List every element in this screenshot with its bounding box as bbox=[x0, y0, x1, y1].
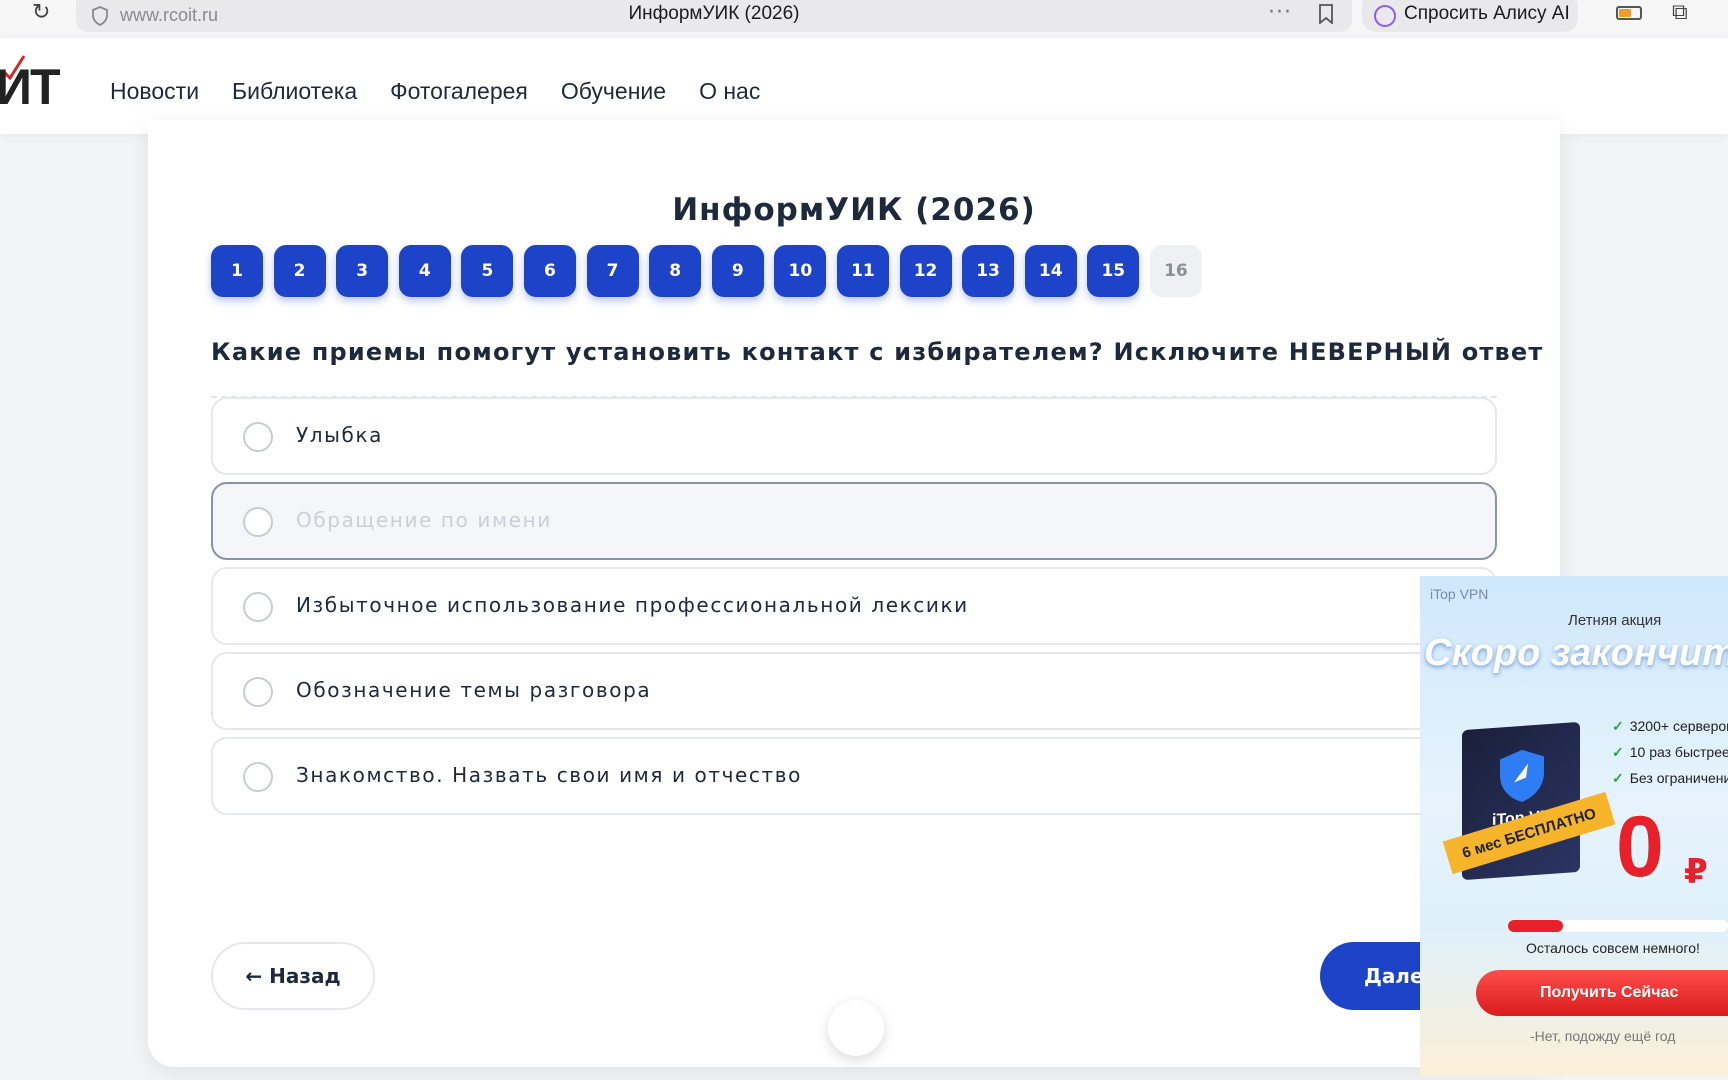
quiz-title: ИнформУИК (2026) bbox=[672, 192, 1036, 228]
ad-progress-fill bbox=[1508, 920, 1563, 932]
answer-option[interactable]: Улыбка bbox=[211, 397, 1497, 475]
ad-remaining-text: Осталось совсем немного! bbox=[1526, 940, 1700, 956]
check-icon: ✓ bbox=[1612, 718, 1624, 734]
answer-option[interactable]: Обращение по имени bbox=[211, 482, 1497, 560]
ad-cta-button[interactable]: Получить Сейчас bbox=[1476, 970, 1728, 1016]
question-number-button[interactable]: 15 bbox=[1087, 245, 1140, 297]
ad-skip-link[interactable]: -Нет, подожду ещё год bbox=[1530, 1028, 1675, 1044]
radio-button[interactable] bbox=[243, 592, 273, 622]
site-logo[interactable]: ИТ bbox=[0, 58, 61, 116]
answer-label: Обращение по имени bbox=[296, 508, 552, 532]
answer-option[interactable]: Избыточное использование профессионально… bbox=[211, 567, 1497, 645]
question-number-button[interactable]: 11 bbox=[836, 245, 889, 297]
vpn-ad-popup[interactable]: iTop VPN Летняя акция Скоро закончится i… bbox=[1420, 576, 1728, 1076]
answer-option[interactable]: Обозначение темы разговора bbox=[211, 652, 1497, 730]
question-number-button[interactable]: 4 bbox=[398, 245, 451, 297]
back-button[interactable]: ← Назад bbox=[211, 942, 375, 1010]
nav-gallery[interactable]: Фотогалерея bbox=[390, 78, 528, 105]
reload-icon[interactable]: ↻ bbox=[32, 2, 50, 24]
answer-label: Знакомство. Назвать свои имя и отчество bbox=[296, 763, 802, 787]
ad-feature: ✓Без ограничений bbox=[1612, 770, 1728, 786]
ask-alice-button[interactable]: Спросить Алису AI bbox=[1362, 0, 1578, 32]
nav-about[interactable]: О нас bbox=[699, 78, 760, 105]
extension-icon[interactable]: ⧉ bbox=[1672, 0, 1688, 25]
answer-label: Избыточное использование профессионально… bbox=[296, 593, 969, 617]
question-number-button[interactable]: 1 bbox=[211, 245, 263, 297]
ad-feature: ✓ 10 раз быстрее bbox=[1612, 744, 1728, 760]
answer-option[interactable]: Знакомство. Назвать свои имя и отчество bbox=[211, 737, 1497, 815]
ad-price: 0 bbox=[1616, 799, 1664, 895]
question-number-button[interactable]: 13 bbox=[962, 245, 1015, 297]
radio-button[interactable] bbox=[243, 762, 273, 792]
ad-feature: ✓ 3200+ серверов bbox=[1612, 718, 1728, 734]
question-number-button[interactable]: 6 bbox=[523, 245, 576, 297]
question-number-button[interactable]: 14 bbox=[1024, 245, 1077, 297]
nav-news[interactable]: Новости bbox=[110, 78, 199, 105]
question-number-button[interactable]: 8 bbox=[649, 245, 702, 297]
answer-label: Улыбка bbox=[296, 423, 384, 447]
question-navigator: 1 2 3 4 5 6 7 8 9 10 11 12 13 14 15 16 bbox=[211, 245, 1213, 297]
bookmark-icon[interactable] bbox=[1318, 4, 1334, 24]
tab-title: ИнформУИК (2026) bbox=[628, 3, 800, 24]
quiz-card: ИнформУИК (2026) 1 2 3 4 5 6 7 8 9 10 11… bbox=[148, 120, 1560, 1067]
ask-alice-label: Спросить Алису AI bbox=[1404, 3, 1570, 24]
radio-button[interactable] bbox=[243, 677, 273, 707]
ad-progress-bar bbox=[1508, 920, 1728, 932]
question-number-button[interactable]: 5 bbox=[461, 245, 514, 297]
question-number-button[interactable]: 2 bbox=[273, 245, 326, 297]
question-number-button[interactable]: 10 bbox=[774, 245, 827, 297]
main-nav: Новости Библиотека Фотогалерея Обучение … bbox=[110, 78, 793, 105]
nav-library[interactable]: Библиотека bbox=[232, 78, 357, 105]
question-number-button[interactable]: 9 bbox=[711, 245, 764, 297]
question-number-button[interactable]: 12 bbox=[899, 245, 952, 297]
scroll-handle[interactable] bbox=[828, 1000, 884, 1056]
answer-label: Обозначение темы разговора bbox=[296, 678, 652, 702]
ad-promo-label: Летняя акция bbox=[1568, 612, 1662, 629]
browser-toolbar: ↻ www.rcoit.ru ИнформУИК (2026) ··· Спро… bbox=[0, 0, 1728, 36]
more-icon[interactable]: ··· bbox=[1268, 0, 1292, 25]
question-text: Какие приемы помогут установить контакт … bbox=[211, 338, 1544, 366]
ad-currency: ₽ bbox=[1684, 852, 1708, 892]
ad-headline: Скоро закончится bbox=[1424, 632, 1728, 674]
ad-brand: iTop VPN bbox=[1430, 586, 1489, 602]
check-icon: ✓ bbox=[1612, 744, 1624, 760]
current-question-number[interactable]: 16 bbox=[1149, 245, 1202, 297]
alice-icon bbox=[1374, 5, 1396, 27]
check-icon: ✓ bbox=[1612, 770, 1624, 786]
battery-icon bbox=[1616, 6, 1642, 20]
radio-button[interactable] bbox=[243, 507, 273, 537]
question-number-button[interactable]: 3 bbox=[336, 245, 389, 297]
radio-button[interactable] bbox=[243, 422, 273, 452]
address-bar[interactable]: www.rcoit.ru ИнформУИК (2026) ··· bbox=[76, 0, 1352, 32]
question-number-button[interactable]: 7 bbox=[586, 245, 639, 297]
nav-training[interactable]: Обучение bbox=[561, 78, 666, 105]
vpn-shield-icon bbox=[1500, 749, 1544, 802]
